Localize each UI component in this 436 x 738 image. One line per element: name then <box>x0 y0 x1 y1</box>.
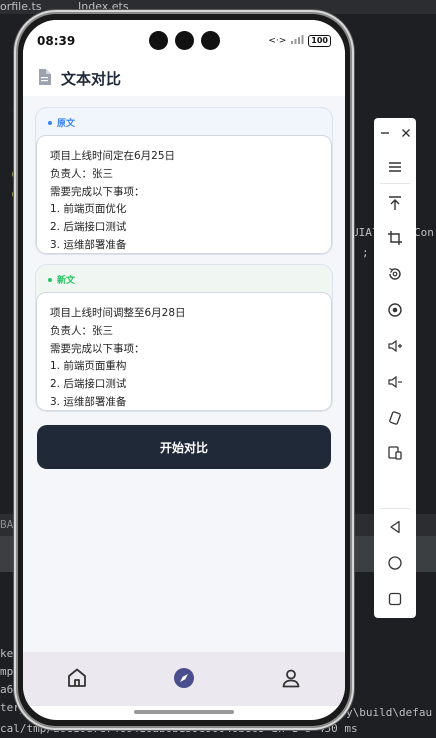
screen-record-button[interactable] <box>381 297 409 323</box>
home-button[interactable] <box>381 550 409 576</box>
ide-tab-bar: orfile.ts Index.ets <box>0 0 436 15</box>
home-indicator[interactable] <box>134 710 234 714</box>
code-fragment: ) <box>350 424 357 437</box>
menu-icon <box>389 162 401 172</box>
original-label: 原文 <box>48 116 75 129</box>
status-time: 08:39 <box>37 34 76 48</box>
title-bar: 文本对比 <box>23 58 345 96</box>
original-card: 原文 项目上线时间定在6月25日 负责人：张三 需要完成以下事项： 1. 前端页… <box>35 107 333 255</box>
volume-down-button[interactable] <box>381 369 409 395</box>
text-line: 项目上线时间定在6月25日 <box>50 150 176 162</box>
back-button[interactable] <box>381 514 409 540</box>
toolbar-divider <box>380 183 410 184</box>
camera-dot <box>175 31 194 50</box>
rotate-button[interactable] <box>381 261 409 287</box>
original-label-text: 原文 <box>57 119 76 129</box>
compass-icon <box>174 668 194 688</box>
home-icon <box>68 668 86 687</box>
text-line: 2. 后端接口测试 <box>50 221 127 234</box>
signal-icon <box>290 34 304 47</box>
text-line: 负责人：张三 <box>50 167 113 180</box>
tab-discover[interactable] <box>172 666 196 690</box>
screen-record-icon <box>388 303 402 317</box>
crop-icon <box>388 231 402 245</box>
text-line: 1. 前端页面优化 <box>50 203 127 216</box>
volume-up-icon <box>388 339 402 353</box>
page-title: 文本对比 <box>61 70 122 88</box>
tab-profile[interactable] <box>279 666 303 690</box>
code-fragment: Con <box>414 226 434 239</box>
shake-icon <box>389 411 401 425</box>
revised-label-text: 新文 <box>57 276 76 286</box>
text-line: 2. 后端接口测试 <box>50 378 127 391</box>
main-content: 原文 项目上线时间定在6月25日 负责人：张三 需要完成以下事项： 1. 前端页… <box>23 96 345 652</box>
home-circle-icon <box>388 556 402 570</box>
text-line: 需要完成以下事项： <box>50 185 145 198</box>
label-dot-icon <box>48 120 52 125</box>
text-line: 负责人：张三 <box>50 324 113 337</box>
toolbar-divider <box>380 508 410 509</box>
text-line: 1. 前端页面重构 <box>50 360 127 373</box>
pin-top-icon <box>389 196 401 210</box>
rotate-icon <box>389 267 401 280</box>
revised-card: 新文 项目上线时间调整至6月28日 负责人：张三 需要完成以下事项： 1. 前端… <box>35 264 333 412</box>
revised-label: 新文 <box>48 273 75 286</box>
start-compare-button[interactable]: 开始对比 <box>37 425 331 469</box>
battery-icon: 100 <box>308 34 331 47</box>
label-dot-icon <box>48 277 52 282</box>
revised-text: 项目上线时间调整至6月28日 负责人：张三 需要完成以下事项： 1. 前端页面重… <box>50 305 186 410</box>
document-icon <box>39 69 51 85</box>
data-transfer-icon: <·> <box>268 35 287 46</box>
back-icon <box>390 520 400 534</box>
multi-device-button[interactable] <box>381 440 409 466</box>
terminal-line: y\build\defau <box>346 706 433 719</box>
multi-device-icon <box>388 446 402 460</box>
original-text-area[interactable]: 项目上线时间定在6月25日 负责人：张三 需要完成以下事项： 1. 前端页面优化… <box>36 135 332 254</box>
menu-button[interactable] <box>381 154 409 180</box>
pin-top-button[interactable] <box>381 190 409 216</box>
close-button[interactable] <box>395 120 416 146</box>
text-line: 3. 运维部署准备 <box>50 395 127 408</box>
phone-frame: 08:39 <·> 100 文本对比 原文 项目上线时间定在6月25日 负责人：… <box>18 14 350 726</box>
terminal-line: mpl <box>0 665 20 678</box>
ide-tab[interactable]: orfile.ts <box>0 0 42 14</box>
original-text: 项目上线时间定在6月25日 负责人：张三 需要完成以下事项： 1. 前端页面优化… <box>50 148 176 253</box>
code-fragment: BAC <box>0 518 20 531</box>
person-icon <box>282 669 300 688</box>
recent-apps-icon <box>388 592 402 606</box>
revised-text-area[interactable]: 项目上线时间调整至6月28日 负责人：张三 需要完成以下事项： 1. 前端页面重… <box>36 292 332 411</box>
minimize-button[interactable] <box>374 120 395 146</box>
close-icon <box>401 129 410 137</box>
status-icons: <·> 100 <box>268 34 331 47</box>
phone-screen: 08:39 <·> 100 文本对比 原文 项目上线时间定在6月25日 负责人：… <box>23 20 345 720</box>
terminal-line: a6c <box>0 683 20 696</box>
camera-dot <box>201 31 220 50</box>
crop-button[interactable] <box>381 225 409 251</box>
minimize-icon <box>380 132 389 134</box>
recent-apps-button[interactable] <box>381 586 409 612</box>
camera-dot <box>149 31 168 50</box>
tab-home[interactable] <box>65 666 89 690</box>
text-line: 项目上线时间调整至6月28日 <box>50 307 186 319</box>
terminal-line: ket <box>0 647 20 660</box>
bottom-tab-bar <box>23 652 345 706</box>
shake-button[interactable] <box>381 405 409 431</box>
emulator-toolbar <box>374 118 416 618</box>
text-line: 3. 运维部署准备 <box>50 238 127 251</box>
ide-tab[interactable]: Index.ets <box>78 0 129 14</box>
volume-down-icon <box>388 375 402 389</box>
code-fragment: ; <box>362 246 369 259</box>
text-line: 需要完成以下事项： <box>50 342 145 355</box>
status-bar: 08:39 <·> 100 <box>23 20 345 58</box>
volume-up-button[interactable] <box>381 333 409 359</box>
